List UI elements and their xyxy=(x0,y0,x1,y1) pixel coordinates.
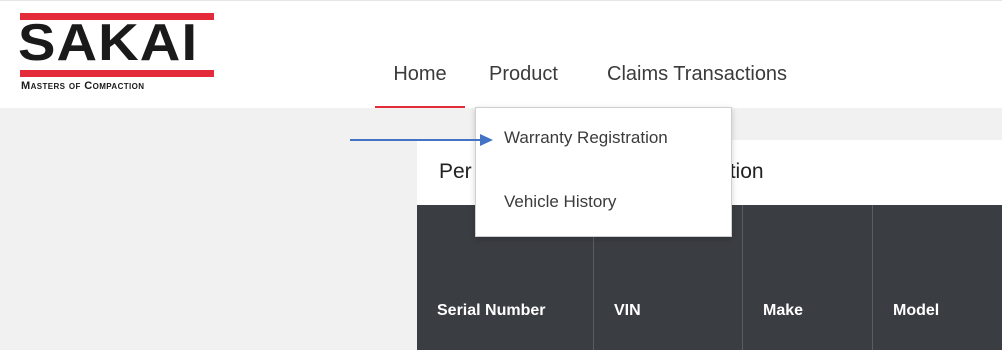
nav-item-claims-transactions[interactable]: Claims Transactions xyxy=(607,53,787,109)
column-header-make[interactable]: Make xyxy=(743,205,873,350)
left-sidebar xyxy=(0,108,387,350)
column-header-label: Serial Number xyxy=(437,302,546,319)
logo-wordmark: SAKAI xyxy=(18,14,199,72)
nav-item-home[interactable]: Home xyxy=(375,53,465,109)
logo-bottom-stripe xyxy=(20,70,214,77)
sakai-logo[interactable]: SAKAI Masters of Compaction xyxy=(18,13,214,97)
top-navigation-bar: SAKAI Masters of Compaction Home Product… xyxy=(0,0,1002,109)
column-header-label: Make xyxy=(763,302,804,319)
menu-item-warranty-registration[interactable]: Warranty Registration xyxy=(504,128,668,148)
nav-item-claims-label: Claims Transactions xyxy=(607,63,788,85)
menu-item-vehicle-history[interactable]: Vehicle History xyxy=(504,192,616,212)
nav-item-product-label: Product xyxy=(489,63,558,85)
product-dropdown-menu: Warranty Registration Vehicle History xyxy=(475,107,732,237)
annotation-arrow-icon xyxy=(350,134,493,146)
nav-item-home-label: Home xyxy=(393,63,447,85)
column-header-label: VIN xyxy=(614,302,641,319)
logo-tagline: Masters of Compaction xyxy=(21,80,145,92)
card-title-end: tion xyxy=(729,160,764,183)
column-header-model[interactable]: Model xyxy=(873,205,1002,350)
card-title-start: Per xyxy=(439,160,472,183)
nav-item-product[interactable]: Product xyxy=(489,53,558,109)
column-header-label: Model xyxy=(893,302,940,319)
